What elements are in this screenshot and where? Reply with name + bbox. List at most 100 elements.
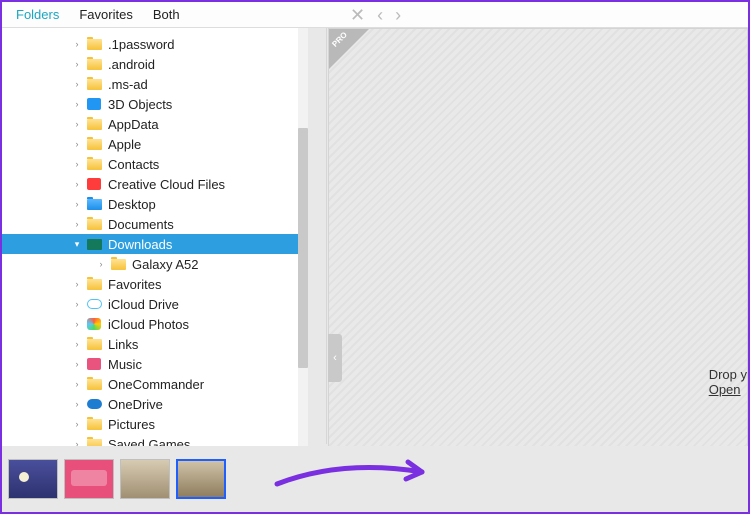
tree-item-label: Documents xyxy=(108,217,174,232)
tree-item-downloads[interactable]: ▾ Downloads xyxy=(2,234,308,254)
chevron-right-icon[interactable]: › xyxy=(70,99,84,109)
chevron-right-icon[interactable]: › xyxy=(70,419,84,429)
folder-icon xyxy=(86,197,102,211)
folder-icon xyxy=(86,177,102,191)
tree-item-label: iCloud Photos xyxy=(108,317,189,332)
chevron-right-icon[interactable]: › xyxy=(70,119,84,129)
folder-icon xyxy=(86,357,102,371)
folder-icon xyxy=(86,77,102,91)
thumbnail-strip xyxy=(2,446,748,512)
tree-item-label: Apple xyxy=(108,137,141,152)
tab-folders[interactable]: Folders xyxy=(6,3,69,26)
folder-icon xyxy=(86,157,102,171)
tree-item-documents[interactable]: › Documents xyxy=(2,214,308,234)
back-icon[interactable]: ‹ xyxy=(377,5,383,26)
chevron-right-icon[interactable]: › xyxy=(70,339,84,349)
tree-item-icloud-drive[interactable]: › iCloud Drive xyxy=(2,294,308,314)
chevron-right-icon[interactable]: › xyxy=(70,279,84,289)
chevron-right-icon[interactable]: › xyxy=(70,299,84,309)
tree-item-links[interactable]: › Links xyxy=(2,334,308,354)
folder-icon xyxy=(86,377,102,391)
tree-item-onedrive[interactable]: › OneDrive xyxy=(2,394,308,414)
folder-icon xyxy=(110,257,126,271)
chevron-right-icon[interactable]: › xyxy=(70,179,84,189)
chevron-right-icon[interactable]: › xyxy=(70,199,84,209)
folder-tree[interactable]: › .1password › .android › .ms-ad › 3D Objects › A… xyxy=(2,28,308,448)
tree-item-label: .android xyxy=(108,57,155,72)
tab-both[interactable]: Both xyxy=(143,3,190,26)
tree-item-favorites[interactable]: › Favorites xyxy=(2,274,308,294)
chevron-right-icon[interactable]: › xyxy=(70,39,84,49)
tree-item-contacts[interactable]: › Contacts xyxy=(2,154,308,174)
tree-item-label: 3D Objects xyxy=(108,97,172,112)
chevron-down-icon[interactable]: ▾ xyxy=(70,239,84,250)
tree-item-label: OneCommander xyxy=(108,377,204,392)
tree-item-onecommander[interactable]: › OneCommander xyxy=(2,374,308,394)
chevron-right-icon[interactable]: › xyxy=(70,319,84,329)
chevron-right-icon[interactable]: › xyxy=(70,79,84,89)
folder-icon xyxy=(86,297,102,311)
tree-item-label: Downloads xyxy=(108,237,172,252)
nav-controls: ✕ ‹ › xyxy=(350,5,401,26)
tree-item-appdata[interactable]: › AppData xyxy=(2,114,308,134)
tree-item-label: Pictures xyxy=(108,417,155,432)
folder-icon xyxy=(86,317,102,331)
collapse-handle[interactable]: ‹ xyxy=(328,334,342,382)
folder-icon xyxy=(86,137,102,151)
thumbnail-4-selected[interactable] xyxy=(176,459,226,499)
tree-item-pictures[interactable]: › Pictures xyxy=(2,414,308,434)
tree-item-icloud-photos[interactable]: › iCloud Photos xyxy=(2,314,308,334)
tree-item-apple[interactable]: › Apple xyxy=(2,134,308,154)
chevron-right-icon[interactable]: › xyxy=(70,159,84,169)
folder-icon xyxy=(86,337,102,351)
close-icon[interactable]: ✕ xyxy=(350,5,365,26)
chevron-right-icon[interactable]: › xyxy=(70,399,84,409)
tree-item-label: OneDrive xyxy=(108,397,163,412)
thumbnail-1[interactable] xyxy=(8,459,58,499)
chevron-right-icon[interactable]: › xyxy=(70,139,84,149)
tree-item--ms-ad[interactable]: › .ms-ad xyxy=(2,74,308,94)
tree-item-label: .ms-ad xyxy=(108,77,148,92)
tab-favorites[interactable]: Favorites xyxy=(69,3,142,26)
tree-item-music[interactable]: › Music xyxy=(2,354,308,374)
tree-item-desktop[interactable]: › Desktop xyxy=(2,194,308,214)
tree-item-label: .1password xyxy=(108,37,174,52)
folder-icon xyxy=(86,217,102,231)
forward-icon[interactable]: › xyxy=(395,5,401,26)
tree-item-label: Music xyxy=(108,357,142,372)
tree-item--android[interactable]: › .android xyxy=(2,54,308,74)
chevron-right-icon[interactable]: › xyxy=(70,359,84,369)
tree-item--1password[interactable]: › .1password xyxy=(2,34,308,54)
folder-icon xyxy=(86,397,102,411)
tree-item-label: Creative Cloud Files xyxy=(108,177,225,192)
chevron-right-icon[interactable]: › xyxy=(70,59,84,69)
folder-icon xyxy=(86,117,102,131)
scrollbar-thumb[interactable] xyxy=(298,128,308,368)
drop-hint-line1: Drop y xyxy=(709,367,747,382)
tree-item-label: Favorites xyxy=(108,277,161,292)
folder-icon xyxy=(86,237,102,251)
thumbnail-2[interactable] xyxy=(64,459,114,499)
pane-divider[interactable] xyxy=(326,28,327,444)
chevron-right-icon[interactable]: › xyxy=(70,219,84,229)
open-link[interactable]: Open xyxy=(709,382,747,397)
tree-item-label: iCloud Drive xyxy=(108,297,179,312)
tree-item-label: Links xyxy=(108,337,138,352)
folder-icon xyxy=(86,57,102,71)
folder-icon xyxy=(86,277,102,291)
tree-item-label: Galaxy A52 xyxy=(132,257,199,272)
chevron-right-icon[interactable]: › xyxy=(94,259,108,269)
folder-icon xyxy=(86,417,102,431)
tree-item-label: Desktop xyxy=(108,197,156,212)
chevron-right-icon[interactable]: › xyxy=(70,379,84,389)
tree-item-galaxy-a52[interactable]: › Galaxy A52 xyxy=(2,254,308,274)
tree-item-label: Contacts xyxy=(108,157,159,172)
tree-item-creative-cloud-files[interactable]: › Creative Cloud Files xyxy=(2,174,308,194)
tree-item-label: AppData xyxy=(108,117,159,132)
drop-hint: Drop y Open xyxy=(709,367,747,397)
folder-icon xyxy=(86,97,102,111)
preview-pane[interactable]: PRO ‹ Drop y Open xyxy=(328,28,748,448)
thumbnail-3[interactable] xyxy=(120,459,170,499)
pro-badge-corner xyxy=(329,29,369,69)
tree-item-3d-objects[interactable]: › 3D Objects xyxy=(2,94,308,114)
